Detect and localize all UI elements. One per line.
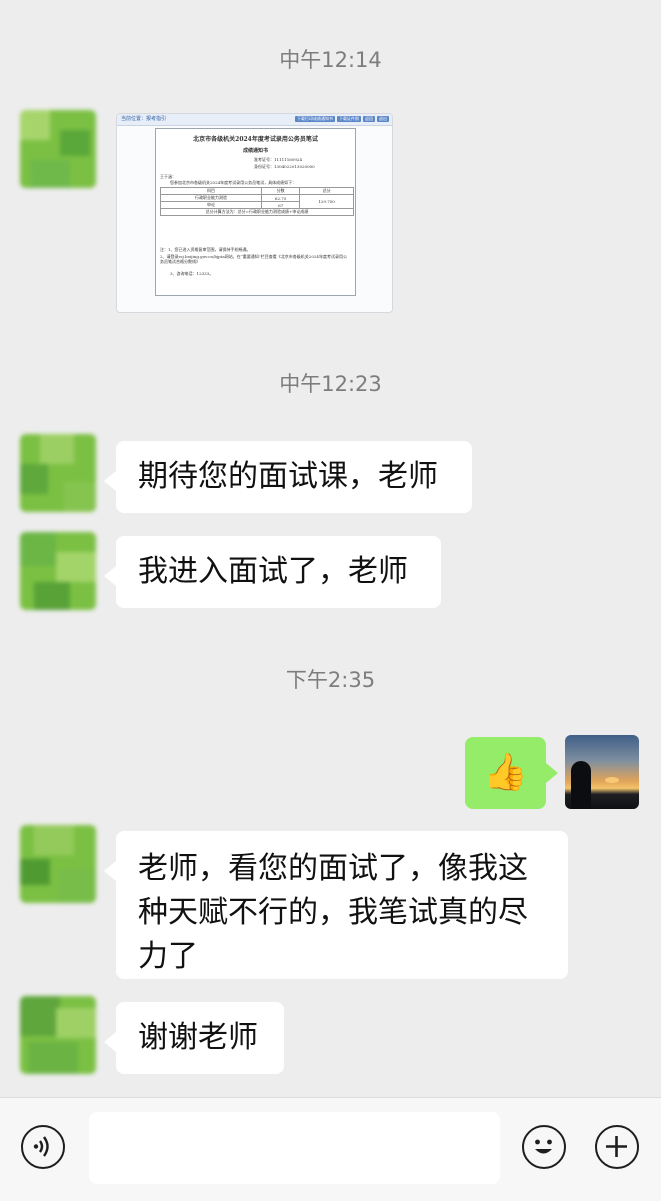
doc-table-header: 总分 <box>299 187 354 195</box>
message-bubble[interactable]: 谢谢老师 <box>104 1002 284 1074</box>
emoji-button[interactable] <box>522 1125 566 1169</box>
message-bubble[interactable]: 老师，看您的面试了，像我这种天赋不行的，我笔试真的尽力了 <box>104 831 568 979</box>
doc-table-header: 科目 <box>159 187 263 195</box>
contact-avatar[interactable] <box>20 434 96 512</box>
doc-body: 您参加北京市各级机关2024年度考试录用公务员笔试，具体成绩如下： <box>170 180 297 185</box>
thumbs-up-icon: 👍 <box>483 752 528 793</box>
doc-toolbar: 当前位置：报考指引 下载打印成绩通知书 下载证件照 返回 退出 <box>117 114 392 126</box>
sunset-sun <box>605 777 619 783</box>
doc-button: 返回 <box>363 116 375 122</box>
doc-note: 2、请登录rsj.beijing.gov.cn/bjpta网站，在“重要通知”栏… <box>160 254 347 264</box>
message-bubble-thumbs-up[interactable]: 👍 <box>465 737 558 809</box>
chat-input-bar <box>0 1097 661 1201</box>
doc-note: 注：1、您已进入资格复审范围，请保持手机畅通。 <box>160 247 251 252</box>
emoji-icon <box>535 1139 552 1154</box>
doc-id-label: 身份证号： <box>254 164 274 169</box>
message-bubble[interactable]: 我进入面试了，老师 <box>104 536 441 608</box>
doc-table-cell: 行政职业能力测验 <box>159 194 263 202</box>
doc-exam-id-label: 准考证号： <box>254 157 274 162</box>
message-bubble[interactable]: 期待您的面试课，老师 <box>104 441 472 513</box>
doc-table-cell: 67 <box>261 201 301 209</box>
contact-avatar[interactable] <box>20 825 96 903</box>
doc-paper: 北京市各级机关2024年度考试录用公务员笔试 成绩通知书 准考证号：111111… <box>155 128 356 296</box>
doc-exam-id: 准考证号：11111160924 <box>254 157 302 162</box>
doc-id-value: 1304022013020000 <box>274 164 315 169</box>
timestamp: 下午2:35 <box>285 668 376 692</box>
doc-table-cell: 62.75 <box>261 194 301 202</box>
doc-toolbar-label: 当前位置：报考指引 <box>121 116 167 122</box>
doc-table-cell: 申论 <box>159 201 263 209</box>
doc-button: 下载打印成绩通知书 <box>295 116 335 122</box>
doc-id-number: 身份证号：1304022013020000 <box>254 164 315 169</box>
doc-table-header: 分数 <box>261 187 301 195</box>
voice-button[interactable] <box>21 1125 65 1169</box>
voice-icon <box>33 1136 49 1157</box>
timestamp: 中午12:14 <box>279 48 382 72</box>
doc-greeting: 王于涵： <box>160 174 176 179</box>
contact-avatar[interactable] <box>20 532 96 610</box>
contact-avatar[interactable] <box>20 110 96 188</box>
doc-table-note: 总分计算方法为：总分=行政职业能力测验成绩+申论成绩 <box>160 208 354 216</box>
message-input[interactable] <box>89 1112 500 1184</box>
plus-icon <box>606 1136 627 1157</box>
image-message-score-notice[interactable]: 当前位置：报考指引 下载打印成绩通知书 下载证件照 返回 退出 北京市各级机关2… <box>116 113 393 313</box>
doc-subtitle: 成绩通知书 <box>242 148 268 154</box>
doc-title: 北京市各级机关2024年度考试录用公务员笔试 <box>193 136 318 143</box>
doc-button: 退出 <box>377 116 389 122</box>
silhouette <box>571 761 591 809</box>
doc-exam-id-value: 11111160924 <box>274 157 302 162</box>
contact-avatar[interactable] <box>20 996 96 1074</box>
doc-note: 3、咨询电话：12333。 <box>170 271 214 276</box>
doc-score-table: 科目 分数 总分 行政职业能力测验 62.75 129.750 申论 67 总分… <box>159 187 354 216</box>
doc-button: 下载证件照 <box>337 116 361 122</box>
timestamp: 中午12:23 <box>279 372 382 396</box>
doc-table-cell: 129.750 <box>299 194 354 209</box>
my-avatar[interactable] <box>565 735 639 809</box>
plus-button[interactable] <box>595 1125 639 1169</box>
